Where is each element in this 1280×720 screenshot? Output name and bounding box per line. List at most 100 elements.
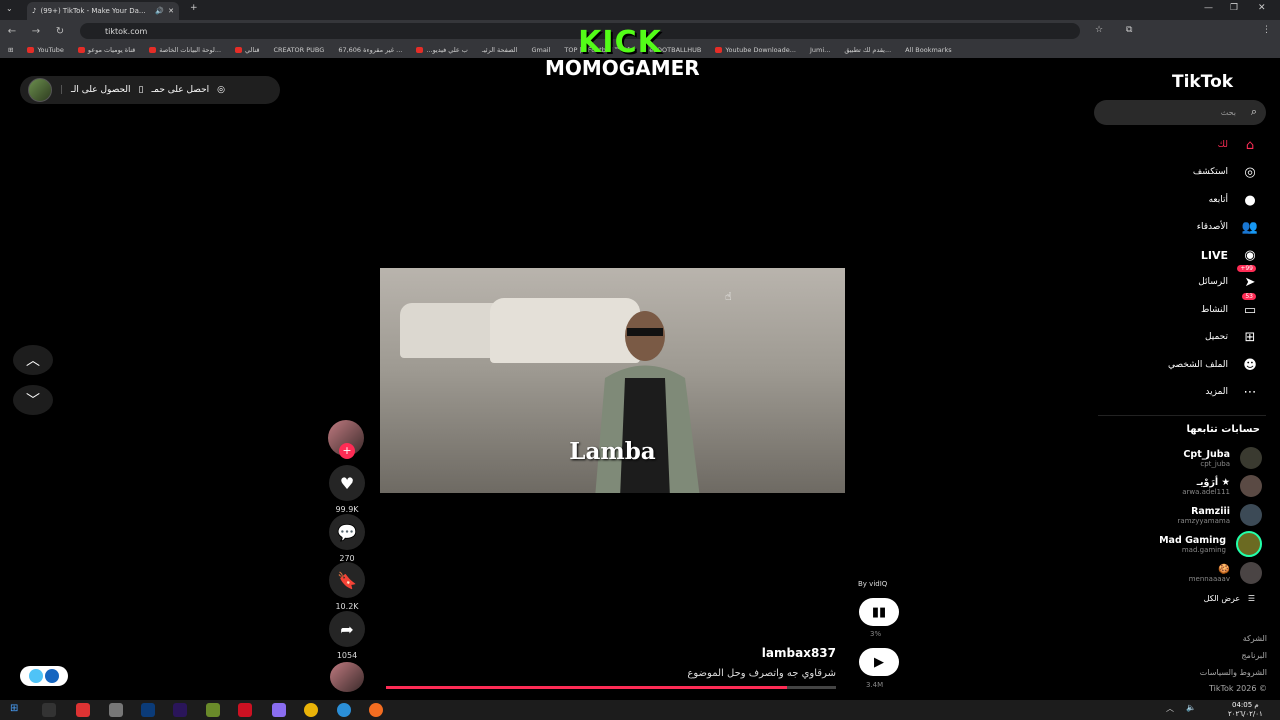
nav-more[interactable]: المزيد ⋯ xyxy=(1102,381,1262,403)
follow-plus-icon[interactable]: + xyxy=(339,443,355,459)
app-icon[interactable] xyxy=(76,703,90,717)
prev-video-button[interactable]: ︿ xyxy=(13,345,53,375)
chrome-icon[interactable] xyxy=(304,703,318,717)
app-icon[interactable] xyxy=(206,703,220,717)
video-player[interactable]: ☝ Lamba xyxy=(380,268,845,493)
firefox-icon[interactable] xyxy=(369,703,383,717)
avatar xyxy=(1240,562,1262,584)
comment-icon[interactable]: 💬 xyxy=(329,514,365,550)
followed-account[interactable]: أرَوْيـ ★ arwa.adel111 xyxy=(1092,473,1262,499)
bookmark[interactable]: YouTube xyxy=(27,46,64,54)
sound-avatar[interactable] xyxy=(330,662,364,692)
extensions-icon[interactable]: ⧉ xyxy=(1126,25,1132,35)
pill-item-1[interactable]: الحصول على الـ xyxy=(71,85,131,95)
extension-widget[interactable] xyxy=(20,666,68,686)
tab-audio-icon[interactable]: 🔊 xyxy=(155,7,164,15)
bookmark[interactable]: الصفحة الرئيـ xyxy=(482,46,518,54)
next-video-button[interactable]: ﹀ xyxy=(13,385,53,415)
home-icon: ⌂ xyxy=(1245,137,1255,153)
taskview-icon[interactable] xyxy=(42,703,56,717)
tab-close-icon[interactable]: ✕ xyxy=(168,7,174,15)
bookmark[interactable]: Youtube Downloade... xyxy=(715,46,796,54)
following-section-title: حسابات تتابعها xyxy=(1186,424,1260,435)
bookmark-star-icon[interactable]: ☆ xyxy=(1095,25,1103,35)
video-progress-bar[interactable] xyxy=(386,686,787,689)
taskbar-clock[interactable]: 04:05 م ٢٠٢٦/٠٢/٠١ xyxy=(1228,701,1263,719)
bookmark[interactable]: 67,606 غير مقروءة ... xyxy=(338,46,402,54)
footer-company-link[interactable]: الشركة xyxy=(1140,634,1267,643)
tiktok-logo[interactable]: TikTok xyxy=(1172,72,1233,92)
followed-account[interactable]: Cpt_Juba cpt_juba xyxy=(1092,445,1262,471)
nav-for-you[interactable]: لك ⌂ xyxy=(1102,134,1262,156)
sidebar-divider xyxy=(1098,415,1266,416)
tray-chevron-icon[interactable]: ︿ xyxy=(1166,703,1174,714)
nav-live[interactable]: LIVE ◉ xyxy=(1102,244,1262,266)
footer-program-link[interactable]: البرنامج xyxy=(1140,651,1267,660)
nav-upload[interactable]: تحميل ⊞ xyxy=(1102,326,1262,348)
bookmark[interactable]: ...ب علي فيديو xyxy=(416,46,468,54)
discord-icon[interactable] xyxy=(272,703,286,717)
play-button[interactable]: ▶ xyxy=(859,648,899,676)
activity-badge: 53 xyxy=(1242,293,1256,300)
see-all-link[interactable]: عرض الكل ☰ xyxy=(1120,594,1255,603)
list-icon: ☰ xyxy=(1247,594,1255,603)
forward-icon[interactable]: → xyxy=(24,26,48,37)
bookmark[interactable]: لوحة البيانات الخاصة... xyxy=(149,46,221,54)
browser-tab[interactable]: ♪ (99+) TikTok - Make Your Da... 🔊 ✕ xyxy=(27,2,179,20)
nav-profile[interactable]: الملف الشخصي ☻ xyxy=(1102,354,1262,376)
bookmark[interactable]: قنالي xyxy=(235,46,259,54)
avatar xyxy=(1240,504,1262,526)
menu-icon[interactable]: ⋮ xyxy=(1262,25,1271,35)
acrobat-icon[interactable] xyxy=(238,703,252,717)
nav-following[interactable]: أتابعه ● xyxy=(1102,189,1262,211)
search-icon[interactable]: ⌕ xyxy=(1251,105,1257,119)
tab-search-icon[interactable]: ⌄ xyxy=(6,4,13,13)
nav-activity[interactable]: النشاط ▭ 53 xyxy=(1102,293,1262,321)
restore-icon[interactable]: ❐ xyxy=(1230,3,1238,13)
all-bookmarks[interactable]: All Bookmarks xyxy=(905,46,951,54)
bookmark[interactable]: قناة يوميات موعو xyxy=(77,46,135,54)
premiere-icon[interactable] xyxy=(173,703,187,717)
like-count: 99.9K xyxy=(335,505,359,514)
bookmark[interactable]: Jumi... xyxy=(810,46,830,54)
messages-badge: +99 xyxy=(1237,265,1256,272)
reload-icon[interactable]: ↻ xyxy=(48,26,72,37)
app-icon[interactable] xyxy=(109,703,123,717)
window-close-icon[interactable]: ✕ xyxy=(1258,3,1266,13)
avatar[interactable] xyxy=(28,78,52,102)
footer-terms-link[interactable]: الشروط والسياسات xyxy=(1140,668,1267,677)
cursor-icon: ☝ xyxy=(725,290,732,303)
heart-icon[interactable]: ♥ xyxy=(329,465,365,501)
nav-messages[interactable]: الرسائل ➤ +99 xyxy=(1102,265,1262,293)
nav-explore[interactable]: استكشف ◎ xyxy=(1102,161,1262,183)
pill-item-2[interactable]: احصل على حمـ xyxy=(152,85,210,95)
video-username[interactable]: lambax837 xyxy=(640,646,836,660)
url-text: tiktok.com xyxy=(105,26,148,36)
search-input[interactable]: بحث ⌕ xyxy=(1094,100,1266,125)
vidiq-stats-button[interactable]: ▮▮ xyxy=(859,598,899,626)
volume-icon[interactable]: 🔈 xyxy=(1186,703,1196,712)
view-count: 3.4M xyxy=(866,681,884,689)
followed-account[interactable]: Mad Gaming mad.gaming xyxy=(1092,531,1262,557)
bookmark-icon[interactable]: 🔖 xyxy=(329,562,365,598)
app-icon[interactable] xyxy=(337,703,351,717)
followed-account[interactable]: 🍪 mennaaaav xyxy=(1092,560,1262,586)
windows-start-icon[interactable]: ⊞ xyxy=(10,703,18,714)
followed-account[interactable]: Ramziii ramzyyamama xyxy=(1092,502,1262,528)
nav-friends[interactable]: الأصدقاء 👥 xyxy=(1102,216,1262,238)
search-placeholder: بحث xyxy=(1220,108,1236,117)
bookmark[interactable]: يقدم لك تطبيق... xyxy=(844,46,891,54)
share-icon[interactable]: ➦ xyxy=(329,611,365,647)
back-icon[interactable]: ← xyxy=(0,26,24,37)
new-tab-icon[interactable]: + xyxy=(190,3,198,13)
photoshop-icon[interactable] xyxy=(141,703,155,717)
tab-title: (99+) TikTok - Make Your Da... xyxy=(40,7,146,15)
bookmark[interactable]: CREATOR PUBG xyxy=(273,46,324,54)
friends-icon: 👥 xyxy=(1241,219,1259,235)
live-icon: ◉ xyxy=(1244,247,1256,263)
video-progress-track[interactable] xyxy=(786,686,836,689)
minimize-icon[interactable]: — xyxy=(1204,3,1213,13)
tiktok-favicon-icon: ♪ xyxy=(32,7,37,15)
play-icon: ▶ xyxy=(874,654,884,670)
apps-icon[interactable]: ⊞ xyxy=(8,46,13,54)
